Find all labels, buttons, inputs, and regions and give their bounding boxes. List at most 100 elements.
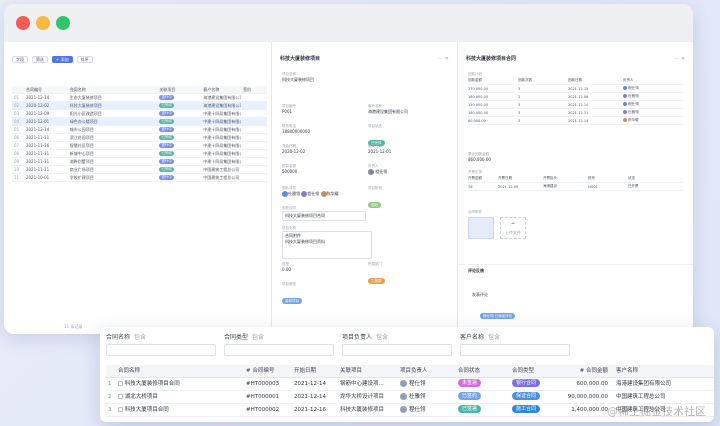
sort-button[interactable]: 排序	[76, 55, 93, 63]
payment-row[interactable]: 80,000.00 3 2021-12-14 陈华耀	[468, 117, 683, 125]
payment-row[interactable]: 270,000.00 3 2021-12-15 程仕翎	[468, 85, 683, 93]
payment-row[interactable]: 150,000.00 3 2021-12-10 程仕翎	[468, 101, 683, 109]
column-header[interactable]: 合同类型	[510, 365, 562, 378]
invoice-row[interactable]: 76 2021-12-09 海港建设 HG01 已开票	[468, 183, 683, 191]
cell-date: 2021-12-09	[25, 110, 50, 116]
add-record-button[interactable]: + 添加	[52, 55, 73, 63]
more-icon[interactable]: ⋯ ✕	[438, 54, 449, 64]
field-phone[interactable]: 联系电话 18800000000	[282, 124, 362, 135]
more-icon[interactable]: ⋯ ✕	[674, 54, 685, 64]
table-row[interactable]: 1 科技大厦装修项目合同 #HT000003 2021-12-14 钢筋中心建设项..…	[106, 378, 714, 391]
status-badge: 已签约	[458, 392, 482, 400]
field-type[interactable]: 项目类型 装修项目	[282, 282, 362, 306]
contract-name-link[interactable]: 湖北大桥项目	[125, 394, 158, 400]
row-number: 3	[108, 406, 112, 413]
field-budget[interactable]: 预算金额 500000	[282, 164, 362, 175]
fields-button[interactable]: 字段	[12, 55, 28, 63]
field-client[interactable]: 客户名称 海港建设集团有限公司	[368, 104, 452, 115]
cell-date: 2021-12-14	[294, 393, 326, 400]
cell-name: 新城中心项目	[69, 150, 94, 156]
filter-contract-name: 合同名称 包含	[106, 333, 216, 356]
grid-header-cell[interactable]: 合同编号	[24, 86, 68, 94]
grid-header-cell[interactable]: 签约	[241, 86, 267, 94]
row-checkbox[interactable]	[118, 393, 123, 399]
avatar	[400, 405, 407, 413]
field-docs[interactable]: 项目文档 合同附件 科技大厦装修项目资料	[282, 226, 452, 259]
upload-button[interactable]: ☁ 上传文件	[500, 217, 526, 239]
payment-row[interactable]: 180,000.00 2 2021-12-08 杜雅翎	[468, 93, 683, 101]
column-header[interactable]: 合同名称	[116, 365, 244, 378]
filter-owner-input[interactable]	[342, 344, 452, 356]
filter-contract-name-input[interactable]	[106, 344, 216, 356]
cell-name: 商业广场项目	[69, 166, 94, 172]
column-header[interactable]: 开始日期	[292, 365, 338, 378]
maximize-window-button[interactable]	[56, 16, 70, 30]
grid-header-cell[interactable]: 关联项目	[157, 86, 201, 94]
contract-name-link[interactable]: 科技大厦装修项目合同	[125, 381, 180, 387]
row-index: 06	[14, 134, 20, 140]
cell-amount: 600,000.00	[576, 380, 609, 387]
field-members[interactable]: 团队成员 杜雅翎 程仕翎 陈华耀	[282, 186, 368, 197]
filter-button[interactable]: 筛选	[32, 55, 48, 63]
cell-date: 2021-11-11	[25, 134, 50, 140]
row-index: 04	[14, 118, 20, 124]
cell-project[interactable]: 龙华大桥设计项目	[338, 391, 398, 404]
app-window: 字段 筛选 + 添加 排序 合同编号 合同名称 关联项目 客户名称 签约 01 2…	[4, 4, 693, 334]
cell-client: 中国建筑工程总公司	[203, 174, 240, 180]
contract-detail-pane: 科技大厦装修项目合同 ⋯ ✕ 回款计划 回款金额 回款次数 回款日期 负责人 2…	[458, 42, 693, 334]
filter-contract-type: 合同类型 包含	[224, 333, 334, 356]
cell-owner: 程仕翎	[409, 406, 426, 413]
row-index: 05	[14, 126, 20, 132]
type-badge: 保证合同	[512, 392, 541, 400]
status-badge: 已完成	[159, 167, 174, 172]
cell-name: 科技大厦装修项目	[69, 102, 102, 108]
comment-tag[interactable]: 程仕翎 已添加评论	[480, 302, 516, 321]
status-badge: 进行中	[159, 127, 174, 132]
column-header[interactable]: 合同状态	[456, 365, 510, 378]
field-contract[interactable]: 关联合同 科技大厦装修项目合同	[282, 206, 452, 221]
filter-contract-type-input[interactable]	[224, 344, 334, 356]
close-window-button[interactable]	[16, 16, 30, 30]
grid-header-cell[interactable]: 客户名称	[201, 86, 241, 94]
status-badge: 已签署	[458, 405, 482, 413]
column-header[interactable]: # 合同编号	[244, 365, 292, 378]
invoice-header-row: 开票金额 开票日期 开票抬头 税号 状态	[468, 175, 683, 183]
table-row[interactable]: 11 2021-10-01 学校扩建项目 进行中 中国建筑工程总公司	[12, 174, 267, 182]
column-header[interactable]: 项目负责人	[398, 365, 456, 378]
window-titlebar	[4, 4, 693, 42]
row-index: 01	[14, 94, 20, 100]
field-dept[interactable]: 所属部门 工程部	[368, 262, 452, 286]
cell-project[interactable]: 钢筋中心建设项...	[338, 378, 398, 391]
comments-section: 评论反馈	[468, 268, 484, 273]
payment-row[interactable]: 180,000.00 3 2021-12-31 杜雅翎	[468, 109, 683, 117]
grid-header-cell[interactable]: 合同名称	[68, 86, 158, 94]
cell-code: #HT000003	[246, 380, 280, 387]
row-checkbox[interactable]	[118, 406, 123, 412]
field-start-date[interactable]: 开始日期 2020-12-02	[282, 144, 362, 155]
field-manager[interactable]: 负责人 程仕翎	[368, 164, 452, 175]
field-project-code[interactable]: 项目编号 P001	[282, 104, 362, 115]
filter-client-input[interactable]	[460, 344, 570, 356]
cell-project[interactable]: 科技大厦装修项目	[338, 404, 398, 417]
cell-client: 中建十四局集团有限公司	[203, 142, 241, 148]
avatar	[623, 94, 627, 98]
contract-name-link[interactable]: 科技大厦项目合同	[125, 407, 169, 413]
cell-name: 生态大厦装修项目	[69, 94, 102, 100]
cell-date: 2021-11-16	[25, 142, 50, 148]
field-project-name[interactable]: 项目名称 科技大厦装修项目	[282, 72, 362, 83]
field-end-date[interactable]: 结束日期 2021-12-01	[368, 144, 452, 155]
row-index: 09	[14, 158, 20, 164]
avatar	[623, 86, 627, 90]
minimize-window-button[interactable]	[36, 16, 50, 30]
row-checkbox[interactable]	[118, 380, 123, 386]
column-header[interactable]: # 合同金额	[562, 365, 614, 378]
comment-input[interactable]: 发表评论	[472, 292, 572, 298]
column-header[interactable]: 客户名称	[614, 365, 714, 378]
field-progress[interactable]: 进度 0.00	[282, 262, 362, 273]
status-badge: 已完成	[159, 135, 174, 140]
column-header[interactable]: 关联项目	[338, 365, 398, 378]
cell-name: 绿色办公楼项目	[69, 118, 98, 124]
cell-client: 中国建筑工程总公司	[203, 166, 240, 172]
cell-date: 2021-10-01	[25, 174, 50, 180]
attachment-thumbnail[interactable]	[468, 217, 494, 239]
